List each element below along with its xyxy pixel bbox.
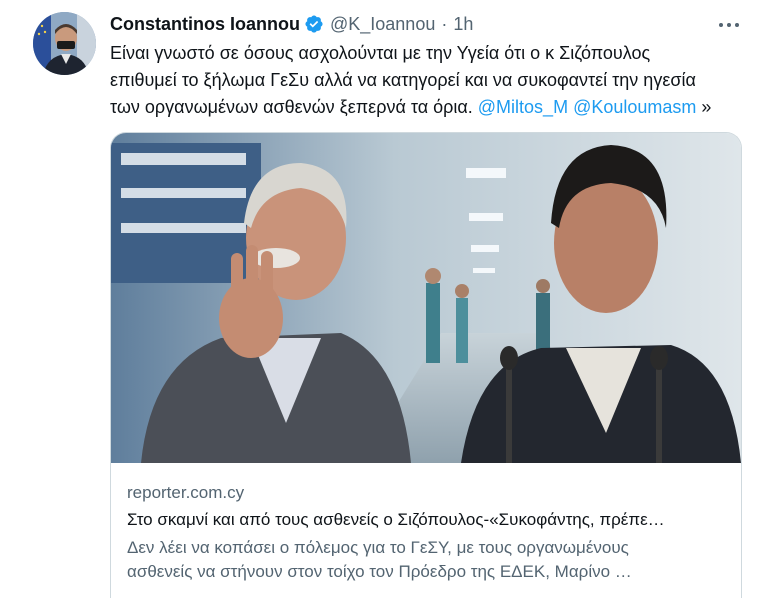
tweet-header: Constantinos Ioannou @K_Ioannou · 1h — [110, 12, 473, 36]
author-name[interactable]: Constantinos Ioannou — [110, 14, 300, 35]
tweet-text: Είναι γνωστό σε όσους ασχολούνται με την… — [110, 40, 750, 121]
tweet-text-line: των οργανωμένων ασθενών ξεπερνά τα όρια.… — [110, 94, 750, 121]
separator-dot: · — [441, 13, 448, 34]
card-description-line: ασθενείς να στήνουν στον τοίχο τον Πρόεδ… — [127, 562, 632, 581]
mention-link[interactable]: @Kouloumasm — [573, 97, 696, 117]
link-card[interactable]: reporter.com.cy Στο σκαμνί και από τους … — [110, 132, 742, 598]
verified-badge-icon — [304, 14, 324, 34]
tweet[interactable]: Constantinos Ioannou @K_Ioannou · 1h Είν… — [0, 0, 761, 598]
tweet-text-segment: των οργανωμένων ασθενών ξεπερνά τα όρια. — [110, 97, 478, 117]
card-domain[interactable]: reporter.com.cy — [127, 483, 244, 503]
author-handle[interactable]: @K_Ioannou — [330, 14, 435, 35]
card-image[interactable] — [111, 133, 741, 463]
card-description-line: Δεν λέει να κοπάσει ο πόλεμος για το ΓεΣ… — [127, 538, 629, 557]
tweet-text-segment: » — [696, 97, 712, 117]
tweet-text-line: Είναι γνωστό σε όσους ασχολούνται με την… — [110, 43, 651, 63]
tweet-text-line: επιθυμεί το ξήλωμα ΓεΣυ αλλά να κατηγορε… — [110, 70, 696, 90]
card-title[interactable]: Στο σκαμνί και από τους ασθενείς ο Σιζόπ… — [127, 510, 725, 530]
card-description: Δεν λέει να κοπάσει ο πόλεμος για το ΓεΣ… — [127, 536, 725, 584]
more-options-icon[interactable] — [712, 14, 746, 36]
tweet-timestamp[interactable]: 1h — [453, 14, 473, 35]
mention-link[interactable]: @Miltos_M — [478, 97, 568, 117]
avatar[interactable] — [33, 12, 96, 75]
